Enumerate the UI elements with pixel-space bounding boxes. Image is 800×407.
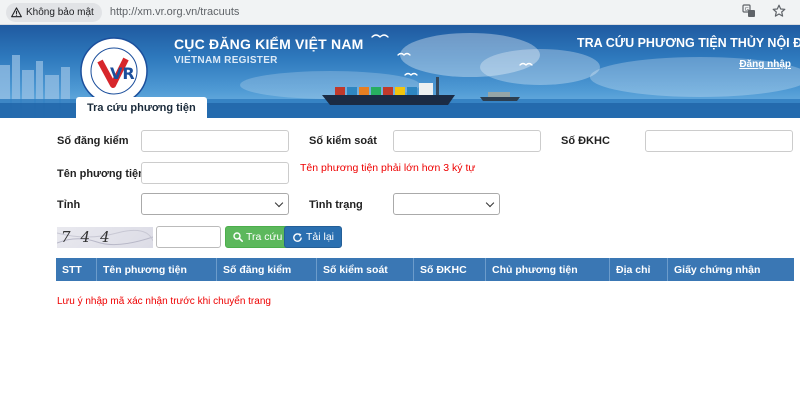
captcha-input[interactable] <box>156 226 221 248</box>
registration-no-label: Số đăng kiểm <box>57 135 129 147</box>
tab-vessel-lookup[interactable]: Tra cứu phương tiện <box>76 97 207 118</box>
province-label: Tỉnh <box>57 199 81 211</box>
search-button-label: Tra cứu <box>246 231 283 243</box>
vietnam-register-logo: VR <box>80 37 148 105</box>
captcha-notice: Lưu ý nhập mã xác nhận trước khi chuyển … <box>57 296 271 307</box>
browser-address-bar: Không bảo mật http://xm.vr.org.vn/tracuu… <box>0 0 800 25</box>
admin-reg-input[interactable] <box>645 130 793 152</box>
vessel-name-label: Tên phương tiện <box>57 168 145 180</box>
logo-text: VR <box>110 64 135 83</box>
login-link[interactable]: Đăng nhập <box>739 59 791 70</box>
admin-reg-label: Số ĐKHC <box>561 135 610 147</box>
vessel-name-input[interactable] <box>141 162 289 184</box>
province-select[interactable] <box>141 193 289 215</box>
search-button[interactable]: Tra cứu <box>225 226 291 248</box>
captcha-image: 744 2 <box>57 227 153 248</box>
svg-text:G: G <box>745 7 749 13</box>
col-certificate[interactable]: Giấy chứng nhận <box>668 258 794 281</box>
results-table-header: STT Tên phương tiện Số đăng kiểm Số kiểm… <box>56 258 794 281</box>
search-icon <box>233 232 243 242</box>
vessel-name-error: Tên phương tiện phải lớn hơn 3 ký tự <box>300 162 476 174</box>
captcha-text: 744 2 <box>61 228 120 248</box>
header-banner: VR CỤC ĐĂNG KIỂM VIỆT NAM VIETNAM REGIST… <box>0 25 800 118</box>
page-title: TRA CỨU PHƯƠNG TIỆN THỦY NỘI ĐỊA <box>577 36 800 50</box>
reload-button[interactable]: Tải lại <box>284 226 343 248</box>
col-admin-reg[interactable]: Số ĐKHC <box>414 258 486 281</box>
col-stt[interactable]: STT <box>56 258 97 281</box>
url-text[interactable]: http://xm.vr.org.vn/tracuuts <box>110 6 240 18</box>
translate-icon[interactable]: G <box>742 4 756 21</box>
control-no-input[interactable] <box>393 130 541 152</box>
security-label: Không bảo mật <box>26 6 94 18</box>
refresh-icon <box>293 232 302 242</box>
registration-no-input[interactable] <box>141 130 289 152</box>
warning-triangle-icon <box>11 6 22 17</box>
col-address[interactable]: Địa chỉ <box>610 258 668 281</box>
brand-title: CỤC ĐĂNG KIỂM VIỆT NAM <box>174 36 364 52</box>
reload-button-label: Tải lại <box>306 231 335 243</box>
col-registration-no[interactable]: Số đăng kiểm <box>217 258 317 281</box>
status-select[interactable] <box>393 193 500 215</box>
brand-subtitle: VIETNAM REGISTER <box>174 55 278 66</box>
status-label: Tình trạng <box>309 199 363 211</box>
star-icon[interactable] <box>772 4 786 21</box>
col-owner[interactable]: Chủ phương tiện <box>486 258 610 281</box>
security-chip[interactable]: Không bảo mật <box>6 2 102 22</box>
col-vessel-name[interactable]: Tên phương tiện <box>97 258 217 281</box>
col-control-no[interactable]: Số kiểm soát <box>317 258 414 281</box>
control-no-label: Số kiểm soát <box>309 135 377 147</box>
